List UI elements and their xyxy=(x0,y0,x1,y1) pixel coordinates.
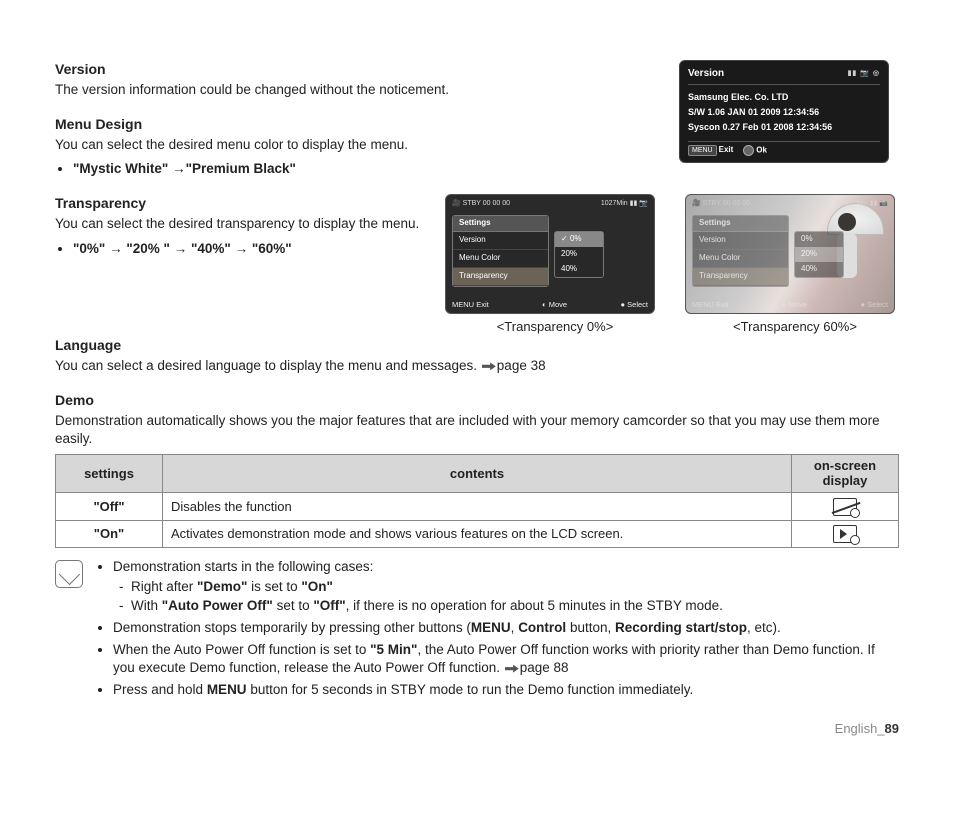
th-osd: on-screen display xyxy=(792,455,899,493)
demo-notes: Demonstration starts in the following ca… xyxy=(95,558,899,704)
version-lcd-title: Version xyxy=(688,67,724,81)
lcd-opt-0: ✓ 0% xyxy=(555,232,603,247)
lcd-item-menu-color: Menu Color xyxy=(453,250,548,268)
caption-transparency-60: <Transparency 60%> xyxy=(685,318,905,336)
page-footer: English_89 xyxy=(55,720,899,738)
lcd-opt-40: 40% xyxy=(555,262,603,277)
lcd-tab-settings: Settings xyxy=(453,216,548,232)
camcorder-icon: 🎥 xyxy=(452,200,461,207)
table-row: "Off" Disables the function xyxy=(56,493,899,521)
ok-icon xyxy=(743,145,754,156)
lcd-item-version: Version xyxy=(453,232,548,250)
caption-transparency-0: <Transparency 0%> xyxy=(445,318,665,336)
th-contents: contents xyxy=(163,455,792,493)
page-arrow-icon xyxy=(505,665,519,673)
demo-off-icon xyxy=(833,498,857,516)
lcd-opt-20: 20% xyxy=(555,247,603,262)
menu-design-desc: You can select the desired menu color to… xyxy=(55,136,659,154)
demo-desc: Demonstration automatically shows you th… xyxy=(55,412,899,448)
version-desc: The version information could be changed… xyxy=(55,81,659,99)
menu-design-heading: Menu Design xyxy=(55,115,659,134)
demo-on-icon xyxy=(833,525,857,543)
version-lcd-line1: Samsung Elec. Co. LTD xyxy=(688,91,880,103)
version-lcd: Version ▮▮ 📷 ◎ Samsung Elec. Co. LTD S/W… xyxy=(679,60,889,163)
transparency-lcd-60: 🎥 STBY 00 00 00 1027Min ▮▮ 📷 Settings Ve… xyxy=(685,194,895,314)
transparency-options: "0%" → "20% " → "40%" → "60%" xyxy=(73,240,425,258)
page-arrow-icon xyxy=(482,362,496,370)
note-icon xyxy=(55,560,83,588)
lcd-item-transparency: Transparency xyxy=(453,268,548,286)
transparency-desc: You can select the desired transparency … xyxy=(55,215,425,233)
th-settings: settings xyxy=(56,455,163,493)
lcd-status-icons: ▮▮ 📷 ◎ xyxy=(848,69,880,78)
version-lcd-line2: S/W 1.06 JAN 01 2009 12:34:56 xyxy=(688,106,880,118)
demo-table: settings contents on-screen display "Off… xyxy=(55,454,899,548)
language-heading: Language xyxy=(55,336,899,355)
language-desc: You can select a desired language to dis… xyxy=(55,357,899,375)
demo-heading: Demo xyxy=(55,391,899,410)
menu-design-options: "Mystic White" →"Premium Black" xyxy=(73,160,659,178)
version-lcd-line3: Syscon 0.27 Feb 01 2008 12:34:56 xyxy=(688,121,880,133)
version-heading: Version xyxy=(55,60,659,79)
transparency-lcd-0: 🎥 STBY 00 00 00 1027Min ▮▮ 📷 Settings Ve… xyxy=(445,194,655,314)
table-row: "On" Activates demonstration mode and sh… xyxy=(56,520,899,548)
transparency-heading: Transparency xyxy=(55,194,425,213)
